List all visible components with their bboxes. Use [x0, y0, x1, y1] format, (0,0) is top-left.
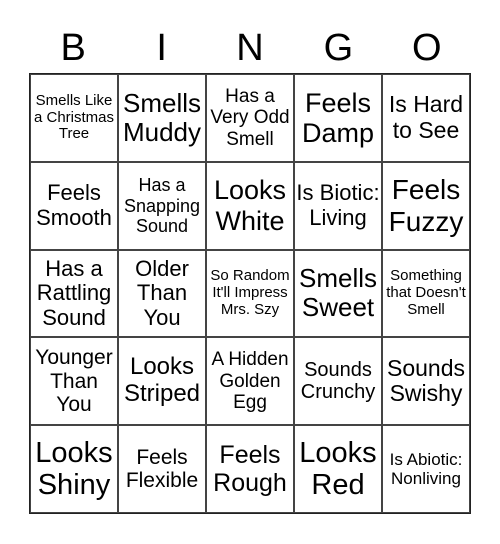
bingo-header: B I N G O — [29, 24, 471, 72]
bingo-cell[interactable]: Has a Very Odd Smell — [206, 74, 294, 162]
bingo-cell[interactable]: Sounds Crunchy — [294, 337, 382, 426]
bingo-cell[interactable]: Smells Sweet — [294, 249, 382, 338]
bingo-cell[interactable]: Looks White — [206, 161, 294, 250]
header-letter-n: N — [236, 27, 264, 69]
bingo-cell[interactable]: A Hidden Golden Egg — [206, 337, 294, 426]
bingo-cell[interactable]: Feels Smooth — [30, 161, 118, 250]
bingo-cell[interactable]: Smells Like a Christmas Tree — [30, 74, 118, 162]
bingo-cell[interactable]: Younger Than You — [30, 337, 118, 426]
bingo-cell[interactable]: Smells Muddy — [118, 74, 206, 162]
bingo-cell[interactable]: Looks Red — [294, 425, 382, 513]
bingo-cell[interactable]: So Random It'll Impress Mrs. Szy — [206, 249, 294, 338]
bingo-cell[interactable]: Something that Doesn't Smell — [382, 249, 470, 338]
bingo-cell[interactable]: Feels Rough — [206, 425, 294, 513]
header-letter-g: G — [323, 27, 354, 69]
bingo-cell[interactable]: Feels Fuzzy — [382, 161, 470, 250]
bingo-cell[interactable]: Has a Snapping Sound — [118, 161, 206, 250]
bingo-cell[interactable]: Looks Striped — [118, 337, 206, 426]
bingo-grid: Smells Like a Christmas Tree Smells Muddy… — [29, 73, 471, 514]
header-letter-b: B — [60, 27, 86, 69]
header-letter-o: O — [412, 27, 442, 69]
bingo-cell[interactable]: Feels Damp — [294, 74, 382, 162]
bingo-cell[interactable]: Has a Rattling Sound — [30, 249, 118, 338]
bingo-cell[interactable]: Sounds Swishy — [382, 337, 470, 426]
bingo-cell[interactable]: Is Biotic: Living — [294, 161, 382, 250]
bingo-cell[interactable]: Is Hard to See — [382, 74, 470, 162]
bingo-cell[interactable]: Feels Flexible — [118, 425, 206, 513]
bingo-cell[interactable]: Older Than You — [118, 249, 206, 338]
bingo-cell[interactable]: Is Abiotic: Nonliving — [382, 425, 470, 513]
bingo-cell[interactable]: Looks Shiny — [30, 425, 118, 513]
header-letter-i: I — [156, 27, 167, 69]
